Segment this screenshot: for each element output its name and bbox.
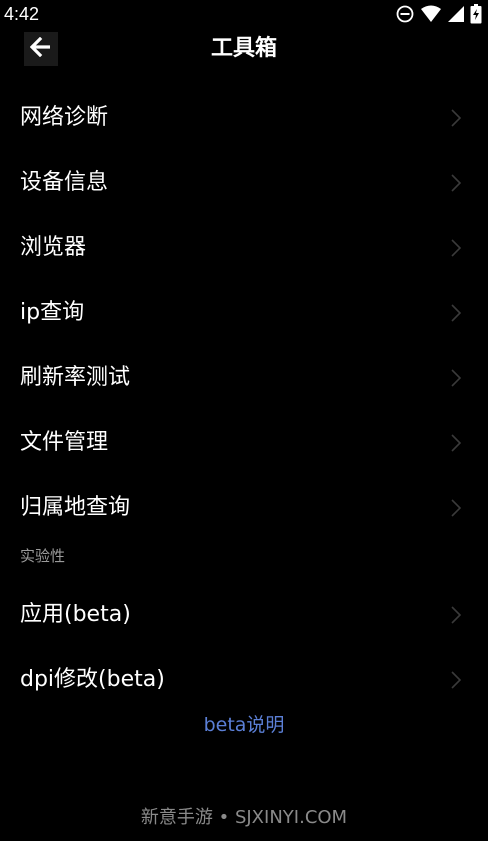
beta-info-link[interactable]: beta说明 [0,712,488,738]
menu-item-label: 网络诊断 [20,104,109,130]
battery-icon [470,4,482,24]
menu-item-ip-lookup[interactable]: ip查询 [0,280,488,345]
tool-menu-list: 网络诊断 设备信息 浏览器 ip查询 刷新率测试 文件管理 归属地查询 实验性 … [0,85,488,712]
status-time: 4:42 [4,4,40,24]
chevron-right-icon [450,238,462,258]
menu-item-file-manager[interactable]: 文件管理 [0,410,488,475]
menu-item-browser[interactable]: 浏览器 [0,215,488,280]
status-icons [396,4,482,24]
menu-item-apps-beta[interactable]: 应用(beta) [0,582,488,647]
menu-item-label: 应用(beta) [20,601,131,627]
watermark-text: 新意手游 • SJXINYI.COM [140,807,348,828]
menu-item-label: 设备信息 [20,169,109,195]
status-bar: 4:42 [0,0,488,28]
signal-icon [448,5,464,23]
wifi-icon [420,5,442,23]
menu-item-refresh-rate-test[interactable]: 刷新率测试 [0,345,488,410]
do-not-disturb-icon [396,5,414,23]
menu-item-location-lookup[interactable]: 归属地查询 [0,475,488,540]
section-header-label: 实验性 [20,547,66,565]
chevron-right-icon [450,108,462,128]
menu-item-label: ip查询 [20,299,85,325]
menu-item-network-diagnosis[interactable]: 网络诊断 [0,85,488,150]
chevron-right-icon [450,670,462,690]
menu-item-label: 文件管理 [20,429,109,455]
menu-item-label: 刷新率测试 [20,364,131,390]
chevron-right-icon [450,173,462,193]
app-bar: 工具箱 [0,28,488,72]
menu-item-label: dpi修改(beta) [20,666,165,692]
chevron-right-icon [450,303,462,323]
chevron-right-icon [450,498,462,518]
page-title: 工具箱 [210,36,277,61]
chevron-right-icon [450,605,462,625]
section-header-experimental: 实验性 [0,540,488,582]
chevron-right-icon [450,433,462,453]
menu-item-label: 归属地查询 [20,494,131,520]
menu-item-label: 浏览器 [20,234,87,260]
chevron-right-icon [450,368,462,388]
menu-item-device-info[interactable]: 设备信息 [0,150,488,215]
menu-item-dpi-modify-beta[interactable]: dpi修改(beta) [0,647,488,712]
